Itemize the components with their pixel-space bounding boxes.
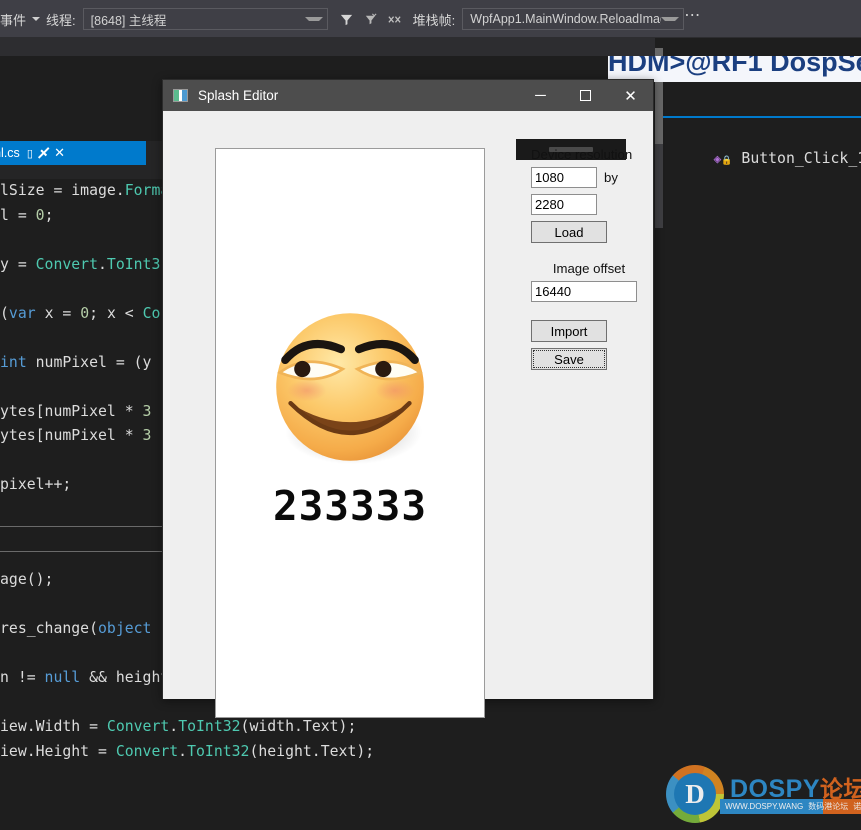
app-icon — [173, 89, 188, 102]
screen-root: lSize = image.Forma l = 0; y = Convert.To… — [0, 0, 861, 830]
toolbar-overflow-button[interactable]: ⋯ — [684, 8, 700, 26]
resolution-width-row: by — [531, 167, 647, 188]
close-button[interactable]: ✕ — [608, 80, 653, 111]
minimize-button[interactable]: ─ — [518, 80, 563, 111]
dialog-title: Splash Editor — [198, 88, 279, 103]
dospy-logo-icon: D — [666, 765, 724, 823]
thread-combobox[interactable]: [8648] 主线程 — [82, 8, 328, 30]
region-separator-2 — [0, 551, 166, 552]
smug-face-emoji-icon — [260, 297, 440, 477]
splash-preview-canvas[interactable]: 233333 — [215, 148, 485, 718]
import-button[interactable]: Import — [531, 320, 607, 342]
dospy-url: WWW.DOSPY.WANG — [725, 802, 804, 811]
image-offset-input[interactable] — [531, 281, 637, 302]
editor-tab-label: indow.xaml.cs — [0, 146, 20, 160]
image-offset-label: Image offset — [552, 261, 626, 276]
dospy-logo-subtitle: WWW.DOSPY.WANG 数码港论坛 诺基亚专号 — [720, 799, 861, 814]
load-button[interactable]: Load — [531, 221, 607, 243]
dialog-body: 233333 Device resolution by Load Image o… — [163, 111, 653, 718]
stackframe-combobox[interactable]: WpfApp1.MainWindow.ReloadImage — [462, 8, 685, 30]
dospy-sub-cn2: 诺基亚专号 — [853, 802, 861, 811]
save-button[interactable]: Save — [531, 348, 607, 370]
stackframe-combobox-value: WpfApp1.MainWindow.ReloadImage — [470, 12, 662, 26]
filter-down-icon[interactable] — [360, 8, 382, 30]
pin-icon[interactable]: ╋ — [36, 145, 51, 160]
events-label: 事件 — [0, 12, 27, 28]
chevron-down-icon[interactable] — [32, 17, 41, 21]
editor-tab-window-xaml-cs[interactable]: indow.xaml.cs ▯ ╋ ✕ — [0, 141, 146, 165]
dialog-titlebar[interactable]: Splash Editor ─ ✕ — [163, 80, 653, 111]
region-separator-1 — [0, 526, 166, 527]
dospy-logo-letter: D — [674, 773, 716, 815]
right-editor-pane: ◈🔒 Button_Click_1(object sender, Ro — [655, 38, 861, 830]
right-pane-code-text: Button_Click_1(object sender, Ro — [741, 150, 861, 167]
close-icon[interactable]: ✕ — [54, 145, 65, 161]
pane-accent-line — [655, 116, 861, 118]
external-code-icon[interactable] — [384, 8, 406, 30]
thread-combobox-value: [8648] 主线程 — [90, 13, 167, 28]
tabstrip-bottom-filler — [0, 165, 166, 179]
chevron-down-icon[interactable] — [304, 17, 323, 21]
width-input[interactable] — [531, 167, 597, 188]
dospy-sub-cn1: 数码港论坛 — [808, 802, 849, 811]
lock-icon: ▯ — [26, 147, 33, 160]
by-label: by — [604, 170, 618, 185]
resolution-height-row — [531, 194, 647, 215]
controls-panel: Device resolution by Load Image offset I… — [531, 147, 647, 370]
splash-editor-dialog: Splash Editor ─ ✕ 233333 Device resoluti… — [162, 79, 654, 718]
maximize-button[interactable] — [563, 80, 608, 111]
debug-toolbar: 事件 线程: [8648] 主线程 堆栈帧: WpfApp1.MainWindo… — [0, 0, 861, 38]
height-input[interactable] — [531, 194, 597, 215]
window-controls: ─ ✕ — [518, 80, 653, 111]
toolbar-divider — [0, 37, 861, 38]
stackframe-label: 堆栈帧: — [412, 12, 456, 28]
chevron-down-icon[interactable] — [661, 17, 680, 21]
private-lock-icon: 🔒 — [721, 156, 733, 166]
device-resolution-label: Device resolution — [531, 147, 633, 162]
watermark-dospy-logo: D DOSPY论坛 WWW.DOSPY.WANG 数码港论坛 诺基亚专号 — [664, 764, 861, 826]
watermark-top-label: HDM>@RF1 DospServer HQ — [608, 56, 861, 77]
splash-number-text: 233333 — [272, 482, 428, 530]
right-pane-code: ◈🔒 Button_Click_1(object sender, Ro — [660, 126, 861, 194]
thread-label: 线程: — [46, 12, 76, 28]
filter-icon[interactable] — [336, 8, 358, 30]
